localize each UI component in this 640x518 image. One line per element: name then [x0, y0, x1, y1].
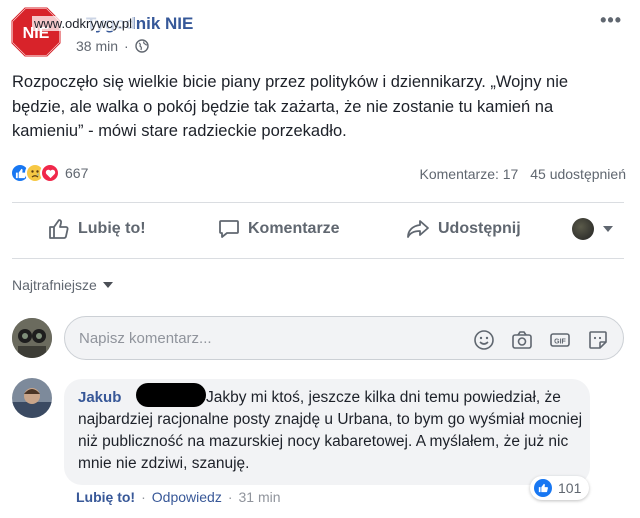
comment-actions: Lubię to! · Odpowiedz · 31 min	[76, 489, 281, 505]
camera-icon[interactable]	[511, 329, 533, 351]
like-button[interactable]: Lubię to!	[48, 218, 146, 240]
comment-time[interactable]: 31 min	[239, 489, 281, 505]
share-as-selector[interactable]	[572, 218, 614, 240]
comment-sort-label: Najtrafniejsze	[12, 277, 97, 293]
share-icon	[407, 220, 429, 238]
post-stats: Komentarze: 17 45 udostępnień	[412, 166, 627, 182]
avatar	[572, 218, 594, 240]
reactions-summary[interactable]: 667	[10, 163, 88, 183]
divider	[12, 258, 624, 259]
comment-button-label: Komentarze	[248, 220, 340, 237]
comment-actions-separator: ·	[227, 489, 233, 505]
post-time[interactable]: 38 min	[76, 38, 118, 54]
comment-sort-dropdown[interactable]: Najtrafniejsze	[12, 277, 113, 293]
comment-like-count[interactable]: 101	[530, 476, 590, 500]
comment-reply-button[interactable]: Odpowiedz	[152, 489, 222, 505]
post-header: NIE Tygodnik NIE www.odkrywcy.pl 38 min …	[10, 6, 630, 58]
comment-actions-separator: ·	[141, 489, 146, 505]
gif-icon[interactable]: GIF	[549, 329, 571, 351]
meta-separator: ·	[124, 38, 129, 54]
svg-text:GIF: GIF	[554, 339, 566, 346]
comment-author-link[interactable]: Jakub	[78, 389, 121, 406]
smiley-icon[interactable]	[473, 329, 495, 351]
shares-count-link[interactable]: 45 udostępnień	[530, 166, 626, 182]
post-actions: Lubię to! Komentarze Udostępnij	[12, 210, 624, 252]
post-text: Rozpoczęło się wielkie bicie piany przez…	[12, 73, 569, 140]
page-logo[interactable]: NIE	[10, 6, 62, 58]
comment-input-box[interactable]: GIF	[64, 316, 624, 360]
like-button-label: Lubię to!	[78, 220, 146, 237]
more-options-button[interactable]: •••	[600, 10, 622, 31]
divider	[12, 202, 624, 203]
redacted-name	[136, 383, 206, 407]
reaction-count[interactable]: 667	[65, 165, 88, 181]
share-button-label: Udostępnij	[438, 220, 521, 237]
comment-like-button[interactable]: Lubię to!	[76, 489, 135, 505]
comment-bubble: Jakby mi ktoś, jeszcze kilka dni temu po…	[64, 379, 590, 485]
commenter-avatar[interactable]	[12, 378, 52, 418]
share-button[interactable]: Udostępnij	[406, 218, 521, 240]
comments-count-link[interactable]: Komentarze: 17	[420, 166, 519, 182]
like-icon	[534, 479, 552, 497]
watermark: www.odkrywcy.pl	[32, 16, 135, 31]
love-icon	[40, 163, 60, 183]
comment-button[interactable]: Komentarze	[218, 218, 340, 240]
thumbs-up-icon	[49, 219, 69, 239]
post-meta: 38 min ·	[76, 38, 149, 54]
chevron-down-icon	[603, 226, 613, 232]
comment-input[interactable]	[79, 327, 459, 349]
globe-icon	[135, 39, 149, 53]
chevron-down-icon	[102, 282, 113, 288]
current-user-avatar[interactable]	[12, 318, 52, 358]
comment-icon	[219, 220, 239, 238]
sticker-icon[interactable]	[587, 329, 609, 351]
comment-like-count-value: 101	[558, 480, 582, 496]
